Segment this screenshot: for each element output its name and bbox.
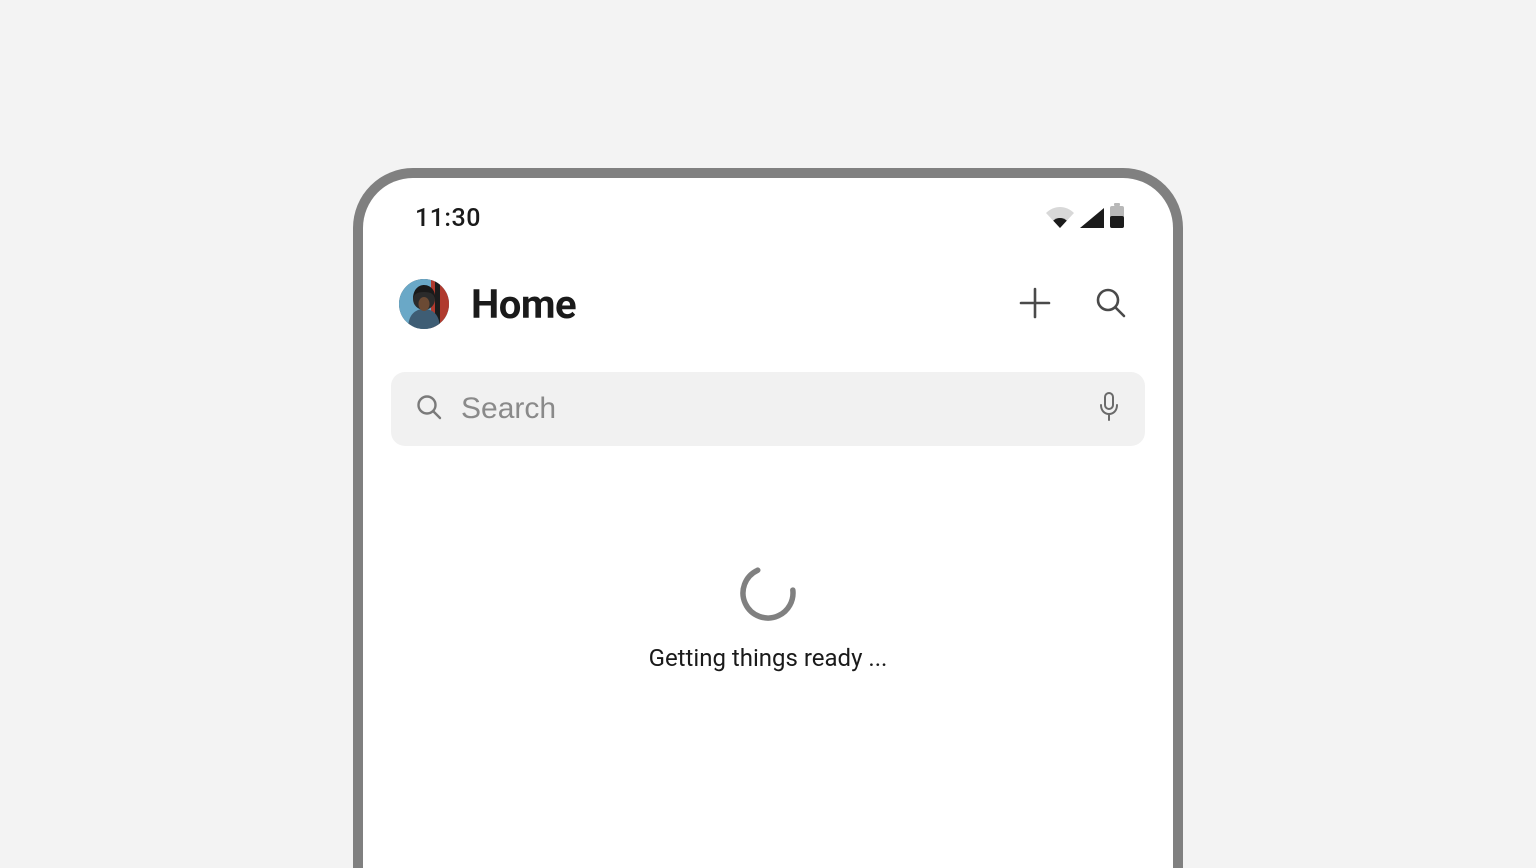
search-icon — [1094, 286, 1128, 323]
spinner-icon — [739, 564, 797, 622]
avatar[interactable] — [399, 279, 449, 329]
search-icon — [415, 393, 443, 425]
search-button[interactable] — [1085, 278, 1137, 330]
device-frame: 11:30 — [353, 168, 1183, 868]
battery-icon — [1109, 203, 1125, 233]
wifi-icon — [1045, 207, 1075, 233]
add-button[interactable] — [1009, 278, 1061, 330]
cellular-icon — [1079, 207, 1105, 233]
status-time: 11:30 — [415, 204, 481, 233]
search-bar[interactable] — [391, 372, 1145, 446]
microphone-icon[interactable] — [1097, 391, 1121, 427]
loading-indicator: Getting things ready ... — [391, 564, 1145, 672]
search-input[interactable] — [461, 392, 1079, 426]
page-title: Home — [471, 281, 1009, 328]
loading-text: Getting things ready ... — [649, 644, 888, 672]
status-bar: 11:30 — [391, 182, 1145, 254]
status-tray — [1045, 203, 1125, 233]
app-header: Home — [391, 268, 1145, 340]
plus-icon — [1018, 286, 1052, 323]
